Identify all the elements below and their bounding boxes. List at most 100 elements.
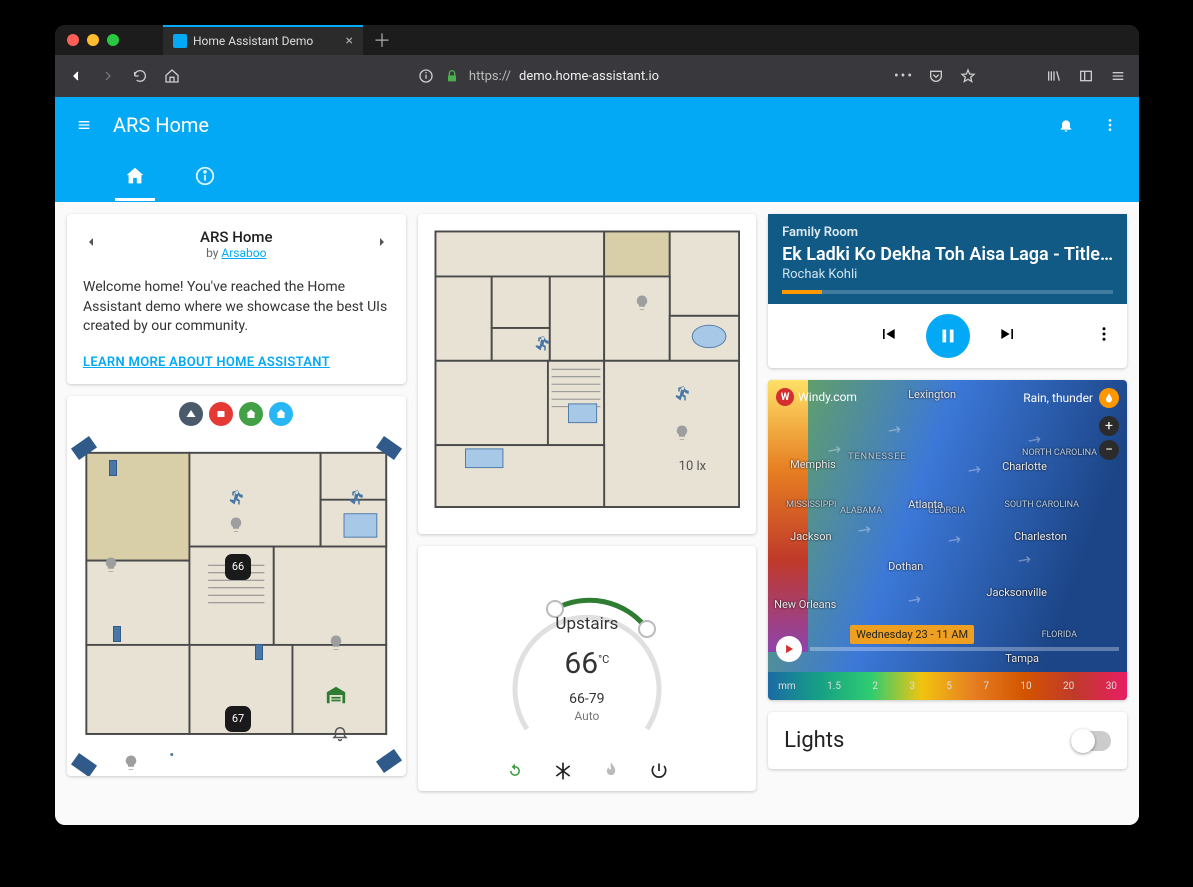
window-zoom-button[interactable] <box>107 34 119 46</box>
door-icon[interactable] <box>109 460 117 476</box>
media-progress-bar[interactable] <box>782 290 1113 294</box>
city-label: Memphis <box>790 458 836 471</box>
media-play-pause-button[interactable] <box>926 314 970 358</box>
browser-toolbar: https://demo.home-assistant.io ••• <box>55 55 1139 97</box>
author-link[interactable]: Arsaboo <box>221 246 266 260</box>
motion-sensor-icon[interactable] <box>227 488 245 506</box>
lightbulb-icon[interactable] <box>327 634 345 652</box>
lightbulb-icon[interactable] <box>122 754 140 772</box>
city-label: Charlotte <box>1002 460 1047 473</box>
thermostat-card[interactable]: Upstairs 66°C 66-79 Auto <box>418 546 757 791</box>
motion-sensor-icon[interactable] <box>347 488 365 506</box>
welcome-body: Welcome home! You've reached the Home As… <box>83 278 390 337</box>
lights-toggle[interactable] <box>1071 731 1111 751</box>
legend-unit: mm <box>778 681 796 692</box>
prev-card-button[interactable] <box>83 234 99 254</box>
tab-info[interactable] <box>185 153 225 201</box>
motion-sensor-icon[interactable] <box>673 384 691 402</box>
media-room-label: Family Room <box>782 225 858 240</box>
sidebar-toggle-button[interactable] <box>75 116 93 134</box>
lightbulb-icon[interactable] <box>633 294 651 312</box>
temperature-badge[interactable]: 66 <box>225 554 251 580</box>
thermostat-unit: °C <box>598 653 609 666</box>
media-menu-button[interactable] <box>1095 325 1113 347</box>
tab-close-button[interactable]: × <box>346 33 353 49</box>
thermostat-name: Upstairs <box>555 614 618 634</box>
tab-home[interactable] <box>115 153 155 201</box>
weather-legend: mm 1.5 2 3 5 7 10 20 30 <box>768 672 1127 700</box>
notifications-icon[interactable] <box>1057 116 1075 134</box>
motion-sensor-icon[interactable] <box>162 750 180 768</box>
view-tabs <box>55 152 1139 202</box>
tab-title: Home Assistant Demo <box>193 34 313 48</box>
browser-tab[interactable]: Home Assistant Demo × <box>163 25 363 55</box>
reload-button[interactable] <box>131 67 149 85</box>
nav-forward-button[interactable] <box>99 67 117 85</box>
next-card-button[interactable] <box>374 234 390 254</box>
lightbulb-icon[interactable] <box>227 516 245 534</box>
camera-icon[interactable] <box>71 753 97 776</box>
learn-more-link[interactable]: LEARN MORE ABOUT HOME ASSISTANT <box>83 355 390 370</box>
garage-icon[interactable] <box>325 684 347 706</box>
bookmark-star-icon[interactable] <box>959 67 977 85</box>
bell-icon[interactable] <box>331 724 349 742</box>
hvac-heat-icon[interactable] <box>601 761 621 781</box>
library-icon[interactable] <box>1045 67 1063 85</box>
lock-icon <box>443 67 461 85</box>
city-label: Charleston <box>1014 530 1067 543</box>
hvac-auto-icon[interactable] <box>505 761 525 781</box>
rain-band <box>768 380 808 652</box>
hvac-off-icon[interactable] <box>649 761 669 781</box>
media-next-button[interactable] <box>998 324 1018 348</box>
browser-menu-icon[interactable] <box>1109 67 1127 85</box>
city-label: Atlanta <box>908 498 943 511</box>
thermostat-mode: Auto <box>574 709 599 723</box>
overflow-menu-icon[interactable] <box>1101 116 1119 134</box>
timeline-play-button[interactable] <box>776 636 802 662</box>
tab-favicon <box>173 34 187 48</box>
url-scheme: https:// <box>469 69 511 84</box>
weather-timeline[interactable]: Wednesday 23 - 11 AM <box>776 636 1119 662</box>
window-minimize-button[interactable] <box>87 34 99 46</box>
floorplan-upstairs-card[interactable]: 10 lx <box>418 214 757 534</box>
media-player-card: Family Room Ek Ladki Ko Dekha Toh Aisa L… <box>768 214 1127 368</box>
floorplan-main-card[interactable]: 66 67 <box>67 396 406 776</box>
lights-title: Lights <box>784 728 844 753</box>
weather-card[interactable]: ↗↗ ↗↗ ↗↗ ↗↗ Lexington Memphis TENNESSEE … <box>768 380 1127 700</box>
city-label: New Orleans <box>774 598 836 611</box>
nav-back-button[interactable] <box>67 67 85 85</box>
welcome-card: ARS Home by Arsaboo Welcome home! You've… <box>67 214 406 384</box>
app-title: ARS Home <box>113 113 209 137</box>
browser-tab-strip: Home Assistant Demo × ＋ <box>55 25 1139 55</box>
state-label: TENNESSEE <box>848 452 906 462</box>
door-icon[interactable] <box>255 644 263 660</box>
hvac-cool-icon[interactable] <box>553 761 573 781</box>
site-info-icon[interactable] <box>417 67 435 85</box>
state-label: NORTH CAROLINA <box>1022 448 1097 458</box>
motion-sensor-icon[interactable] <box>533 334 551 352</box>
new-tab-button[interactable]: ＋ <box>373 27 391 53</box>
zoom-in-button[interactable]: + <box>1099 416 1119 436</box>
sidebar-icon[interactable] <box>1077 67 1095 85</box>
lux-label: 10 lx <box>679 459 706 474</box>
lightbulb-icon[interactable] <box>673 424 691 442</box>
window-close-button[interactable] <box>67 34 79 46</box>
door-icon[interactable] <box>113 626 121 642</box>
thermostat-current-temp: 66 <box>564 646 598 681</box>
city-label: Dothan <box>888 560 923 573</box>
weather-layer-selector[interactable]: Rain, thunder <box>1023 388 1119 408</box>
camera-icon[interactable] <box>376 749 402 773</box>
zoom-out-button[interactable]: − <box>1099 440 1119 460</box>
temperature-badge[interactable]: 67 <box>225 706 251 732</box>
thermostat-range: 66-79 <box>569 691 604 707</box>
home-button[interactable] <box>163 67 181 85</box>
page-actions-icon[interactable]: ••• <box>895 67 913 85</box>
pocket-icon[interactable] <box>927 67 945 85</box>
state-label: MISSISSIPPI <box>786 500 836 510</box>
app-viewport: ARS Home ARS Home by A <box>55 97 1139 825</box>
lightbulb-icon[interactable] <box>102 556 120 574</box>
media-prev-button[interactable] <box>878 324 898 348</box>
address-bar[interactable]: https://demo.home-assistant.io <box>417 67 659 85</box>
weather-brand[interactable]: WWindy.com <box>776 388 857 406</box>
state-label: ALABAMA <box>840 506 882 516</box>
